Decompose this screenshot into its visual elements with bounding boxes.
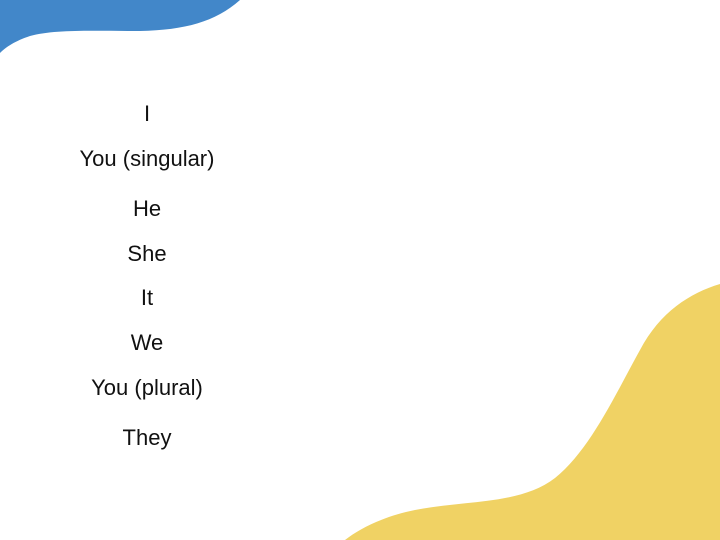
pronoun-we: We bbox=[130, 330, 164, 355]
pronoun-i: I bbox=[143, 101, 151, 126]
pronoun-you-singular: You (singular) bbox=[79, 146, 215, 171]
decorative-blue-wave-shape bbox=[0, 0, 240, 53]
pronoun-they: They bbox=[122, 425, 172, 450]
slide: I You (singular) He She It We You (plura… bbox=[0, 0, 720, 540]
pronoun-he: He bbox=[132, 196, 162, 221]
decorative-yellow-wave-shape bbox=[345, 284, 720, 540]
pronoun-it: It bbox=[140, 285, 154, 310]
pronoun-you-plural: You (plural) bbox=[91, 375, 203, 400]
pronoun-she: She bbox=[127, 241, 167, 266]
